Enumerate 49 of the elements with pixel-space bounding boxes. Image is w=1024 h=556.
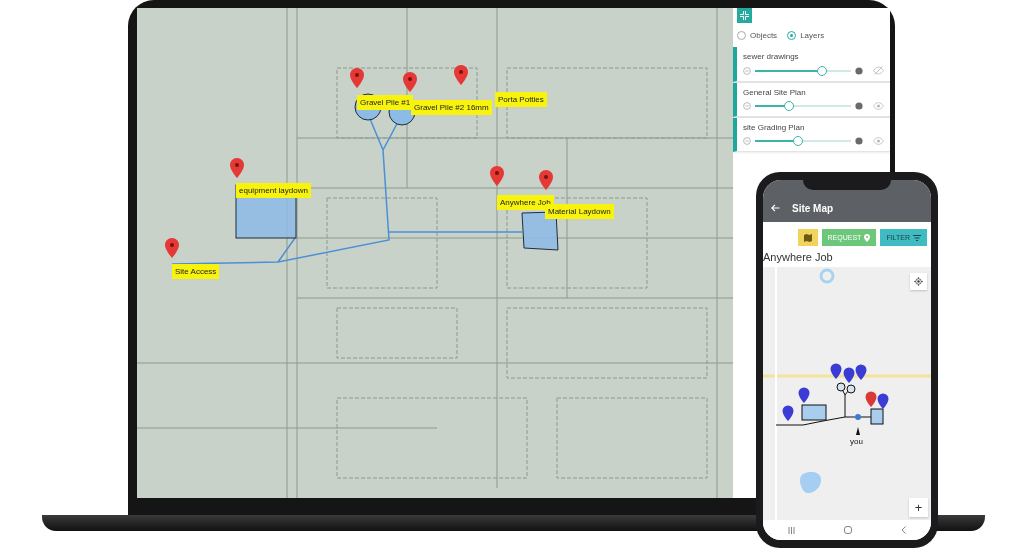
map-pin-icon[interactable] <box>490 166 504 186</box>
map-pin-icon[interactable] <box>539 170 553 190</box>
map-pin-icon[interactable] <box>798 387 810 403</box>
map-label: Material Laydown <box>545 204 614 219</box>
circle-icon[interactable] <box>855 66 863 75</box>
home-icon[interactable] <box>844 526 852 534</box>
map-pin-icon[interactable] <box>782 405 794 421</box>
map-pin-icon[interactable] <box>843 367 855 383</box>
radio-label[interactable]: Layers <box>800 31 825 40</box>
map-pin-icon[interactable] <box>230 158 244 178</box>
collapse-button[interactable] <box>737 8 752 23</box>
crosshair-icon[interactable] <box>914 277 923 286</box>
circle-icon[interactable] <box>855 102 863 110</box>
map-pin-icon[interactable] <box>877 393 889 409</box>
radio-label[interactable]: Objects <box>750 31 778 40</box>
job-title: Anywhere Job <box>763 250 834 265</box>
map-pin-icon[interactable] <box>830 363 842 379</box>
map-pin-icon[interactable] <box>165 238 179 258</box>
circle-icon[interactable] <box>855 137 863 145</box>
you-label: you <box>850 437 863 446</box>
layer-name: site Grading Plan <box>743 123 806 132</box>
filter-icon[interactable] <box>913 234 921 241</box>
screen-title: Site Map <box>792 203 834 214</box>
map-label: equipment laydown <box>236 183 311 198</box>
compass-icon <box>856 427 860 435</box>
map-button[interactable] <box>797 229 818 246</box>
map-pin-icon[interactable] <box>855 364 867 380</box>
map-pin-icon[interactable] <box>454 65 468 85</box>
map-label: Gravel Pile #2 16mm <box>411 100 492 115</box>
back-arrow-icon[interactable] <box>771 204 780 212</box>
map-icon[interactable] <box>803 233 812 242</box>
map-label: Site Access <box>172 264 220 279</box>
current-location-icon <box>855 414 861 420</box>
map-pin-icon[interactable] <box>350 68 364 88</box>
map-pin-icon[interactable] <box>403 72 417 92</box>
slider-thumb[interactable] <box>817 65 828 76</box>
slider-thumb[interactable] <box>793 136 804 146</box>
slider-thumb[interactable] <box>783 101 794 111</box>
layer-name: General Site Plan <box>743 88 807 97</box>
lake-shape <box>800 472 821 494</box>
map-label: Porta Potties <box>495 92 547 107</box>
location-ring-icon <box>819 268 835 284</box>
locate-button[interactable] <box>910 273 927 290</box>
map-label: Gravel Pile #1 <box>357 95 414 110</box>
back-icon[interactable] <box>901 526 907 534</box>
recent-apps-icon[interactable] <box>787 526 795 534</box>
zoom-in-button[interactable]: + <box>909 498 928 517</box>
layer-name: sewer drawings <box>743 52 800 61</box>
map-pin-icon[interactable] <box>865 391 877 407</box>
